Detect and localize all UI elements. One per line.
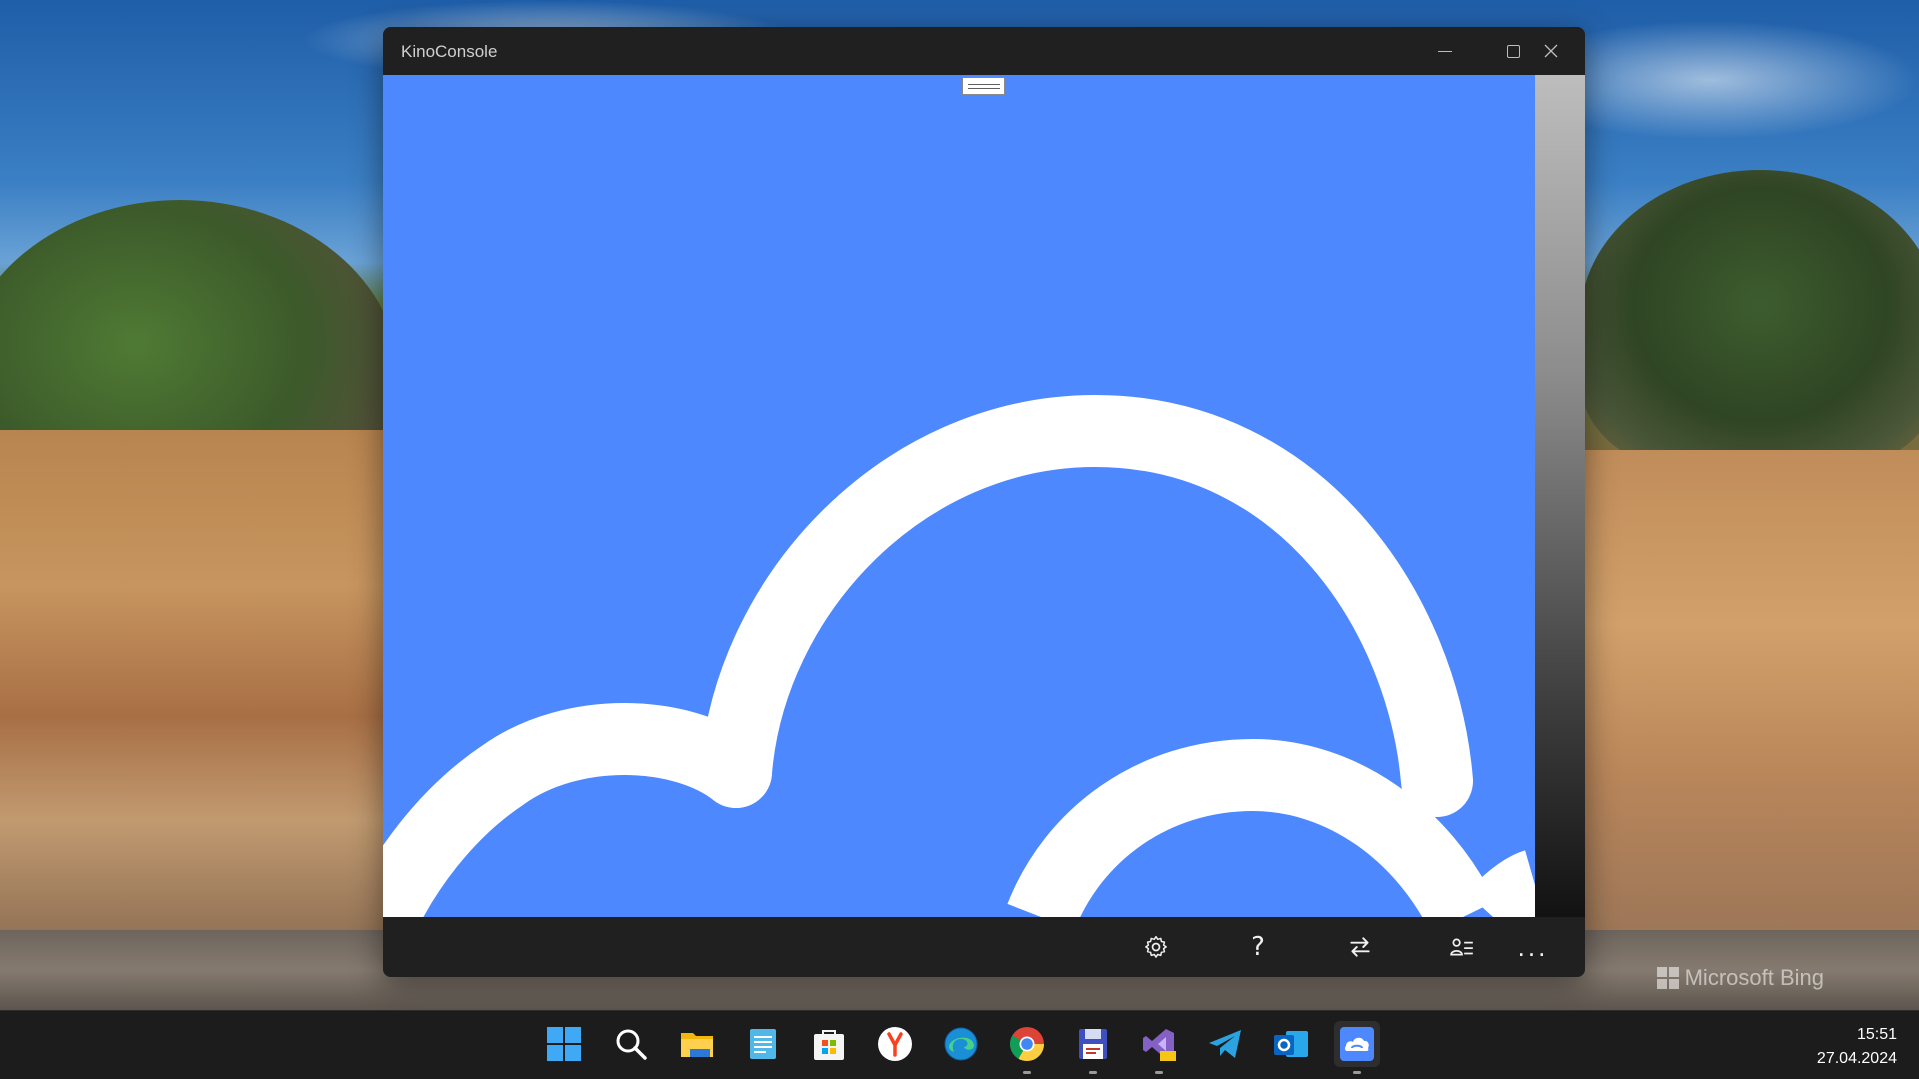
taskbar-yandex-browser[interactable] [872,1021,918,1067]
yandex-icon [878,1027,912,1061]
title-bar[interactable]: KinoConsole [383,27,1585,75]
more-button[interactable]: ... [1503,917,1563,977]
running-indicator [1089,1071,1097,1074]
cliff-right [1580,450,1919,950]
visual-studio-icon [1143,1029,1176,1061]
app-content-area [383,75,1535,917]
vegetation-right [1580,170,1919,470]
command-bar: ? ... [383,917,1585,977]
taskbar-start[interactable] [541,1021,587,1067]
switch-button[interactable] [1330,917,1390,977]
cliff-left [0,430,400,950]
help-button[interactable]: ? [1228,917,1288,977]
switch-arrows-icon [1350,937,1370,957]
taskbar-save-app[interactable] [1070,1021,1116,1067]
notepad-icon [750,1029,776,1059]
edge-icon [944,1027,978,1061]
clock-time: 15:51 [1856,1026,1897,1043]
taskbar: 15:51 27.04.2024 [0,1010,1919,1079]
user-list-button[interactable] [1432,917,1492,977]
taskbar-kinoconsole[interactable] [1334,1021,1380,1067]
bing-watermark-text: Microsoft Bing [1684,965,1824,990]
store-icon [814,1030,844,1060]
bing-logo-icon [1656,967,1679,989]
floppy-icon [1079,1029,1107,1059]
window-title: KinoConsole [401,42,498,61]
minimize-button[interactable] [1411,27,1479,75]
more-icon: ... [1517,931,1549,962]
cloud-gamepad-logo [383,394,1535,917]
settings-button[interactable] [1126,917,1186,977]
running-indicator [1155,1071,1163,1074]
taskbar-file-explorer[interactable] [674,1021,720,1067]
drag-handle[interactable] [962,77,1005,95]
close-icon [1544,44,1558,58]
taskbar-chrome[interactable] [1004,1021,1050,1067]
chrome-icon [1010,1027,1044,1061]
taskbar-outlook[interactable] [1268,1021,1314,1067]
gear-icon [1145,935,1167,958]
cloud-gamepad-icon [1340,1027,1374,1061]
clock-date: 27.04.2024 [1816,1050,1897,1067]
close-button[interactable] [1517,27,1585,75]
folder-icon [681,1033,713,1057]
search-icon [616,1029,647,1060]
telegram-icon [1209,1030,1241,1058]
user-list-icon [1450,938,1473,956]
bing-watermark: Microsoft Bing [1656,965,1824,991]
side-gradient-panel [1535,75,1585,917]
windows-start-icon [547,1027,581,1061]
taskbar-notepad[interactable] [740,1021,786,1067]
taskbar-microsoft-store[interactable] [806,1021,852,1067]
taskbar-edge[interactable] [938,1021,984,1067]
taskbar-telegram[interactable] [1202,1021,1248,1067]
minimize-icon [1438,50,1452,52]
system-clock[interactable]: 15:51 27.04.2024 [1817,1023,1897,1071]
running-indicator [1023,1071,1031,1074]
running-indicator [1353,1071,1361,1074]
taskbar-search[interactable] [608,1021,654,1067]
taskbar-visual-studio-preview[interactable] [1136,1021,1182,1067]
question-icon: ? [1251,932,1265,962]
app-window: KinoConsole ? ... [383,27,1585,977]
outlook-icon [1274,1031,1308,1057]
